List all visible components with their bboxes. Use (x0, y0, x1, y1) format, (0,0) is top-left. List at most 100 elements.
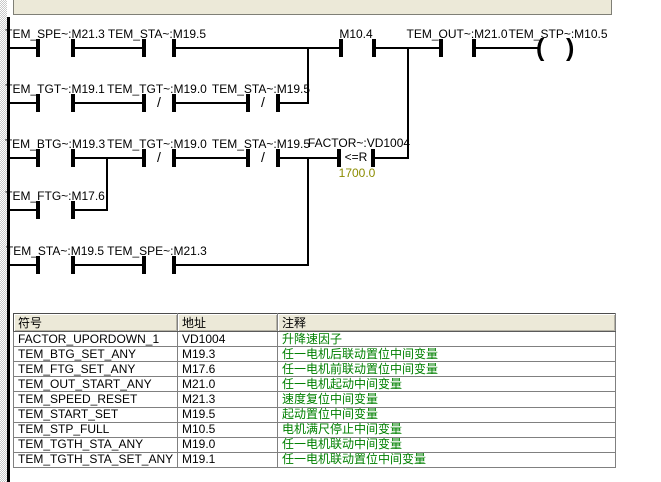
symbol-cell: TEM_OUT_START_ANY (14, 377, 178, 392)
wire-h (476, 47, 538, 49)
wire-h (75, 47, 142, 49)
branch-wire-v (106, 157, 108, 211)
contact-bar (276, 149, 280, 167)
comment-cell: 任一电机起动中间变量 (278, 377, 616, 392)
nc-slash: / (157, 149, 161, 166)
address-cell: M21.3 (178, 392, 278, 407)
contact-bar (36, 201, 40, 219)
wire-h (75, 209, 108, 211)
address-cell: VD1004 (178, 332, 278, 347)
wire-h (176, 102, 246, 104)
contact-bar (142, 94, 146, 112)
symbol-cell: TEM_STP_FULL (14, 422, 178, 437)
contact-bar (142, 39, 146, 57)
contact-tem-sta-no[interactable] (142, 39, 176, 57)
contact-bar (172, 256, 176, 274)
nc-slash: / (261, 149, 265, 166)
contact-bar (71, 149, 75, 167)
contact-bar (71, 201, 75, 219)
comment-cell: 任一电机联动置位中间变量 (278, 452, 616, 467)
table-row: TEM_OUT_START_ANY M21.0 任一电机起动中间变量 (14, 377, 616, 392)
table-row: TEM_BTG_SET_ANY M19.3 任一电机后联动置位中间变量 (14, 347, 616, 362)
header-address[interactable]: 地址 (178, 314, 278, 332)
table-row: TEM_TGTH_STA_ANY M19.0 任一电机联动中间变量 (14, 437, 616, 452)
contact-bar (36, 256, 40, 274)
table-row: TEM_FTG_SET_ANY M17.6 任一电机前联动置位中间变量 (14, 362, 616, 377)
contact-bar (371, 149, 375, 167)
contact-tem-spe-no[interactable] (142, 256, 176, 274)
contact-tem-spe-no[interactable] (36, 39, 75, 57)
contact-bar (172, 94, 176, 112)
address-cell: M19.3 (178, 347, 278, 362)
editor-left-gutter (0, 0, 7, 482)
comment-cell: 电机满尺停止中间变量 (278, 422, 616, 437)
wire-h (75, 157, 142, 159)
wire-h (8, 209, 36, 211)
symbol-cell: TEM_TGTH_STA_ANY (14, 437, 178, 452)
symbol-info-table: 符号 地址 注释 FACTOR_UPORDOWN_1 VD1004 升降速因子 … (13, 313, 615, 468)
symbol-cell: TEM_SPEED_RESET (14, 392, 178, 407)
wire-h (8, 264, 36, 266)
contact-bar (71, 94, 75, 112)
nc-slash: / (157, 94, 161, 111)
address-cell: M21.0 (178, 377, 278, 392)
contact-bar (439, 39, 443, 57)
contact-tem-tgt-set-no[interactable] (36, 94, 75, 112)
address-cell: M17.6 (178, 362, 278, 377)
wire-h (75, 102, 142, 104)
address-cell: M19.1 (178, 452, 278, 467)
symbol-cell: FACTOR_UPORDOWN_1 (14, 332, 178, 347)
wire-h (75, 264, 142, 266)
contact-bar (276, 94, 280, 112)
plc-ladder-editor: TEM_SPE~:M21.3 TEM_STA~:M19.5 M10.4 TEM_… (0, 0, 661, 482)
table-row: TEM_TGTH_STA_SET_ANY M19.1 任一电机联动置位中间变量 (14, 452, 616, 467)
comment-cell: 速度复位中间变量 (278, 392, 616, 407)
table-row: TEM_STP_FULL M10.5 电机满尺停止中间变量 (14, 422, 616, 437)
contact-tem-out-no[interactable] (439, 39, 476, 57)
contact-bar (36, 39, 40, 57)
contact-bar (71, 39, 75, 57)
comment-cell: 起动置位中间变量 (278, 407, 616, 422)
comment-cell: 任一电机联动中间变量 (278, 437, 616, 452)
table-row: FACTOR_UPORDOWN_1 VD1004 升降速因子 (14, 332, 616, 347)
contact-bar (142, 149, 146, 167)
wire-h (8, 102, 36, 104)
contact-tem-ftg-no[interactable] (36, 201, 75, 219)
wire-h (8, 157, 36, 159)
contact-tem-tgt-nc[interactable]: / (142, 149, 176, 167)
contact-bar (71, 256, 75, 274)
contact-bar (337, 149, 341, 167)
header-comment[interactable]: 注释 (278, 314, 616, 332)
contact-bar (372, 39, 376, 57)
contact-m10-4-no[interactable] (339, 39, 376, 57)
address-cell: M10.5 (178, 422, 278, 437)
compare-operand-value: 1700.0 (339, 167, 376, 180)
symbol-cell: TEM_START_SET (14, 407, 178, 422)
symbol-cell: TEM_BTG_SET_ANY (14, 347, 178, 362)
contact-tem-sta-nc[interactable]: / (246, 94, 280, 112)
contact-bar (472, 39, 476, 57)
wire-h (176, 47, 339, 49)
wire-h (176, 157, 246, 159)
contact-tem-tgt-nc[interactable]: / (142, 94, 176, 112)
contact-bar (36, 94, 40, 112)
wire-h (8, 47, 36, 49)
contact-tem-btg-no[interactable] (36, 149, 75, 167)
address-cell: M19.5 (178, 407, 278, 422)
table-row: TEM_SPEED_RESET M21.3 速度复位中间变量 (14, 392, 616, 407)
contact-bar (246, 149, 250, 167)
contact-tem-sta-no[interactable] (36, 256, 75, 274)
header-symbol[interactable]: 符号 (14, 314, 178, 332)
contact-bar (172, 39, 176, 57)
contact-tem-sta-nc[interactable]: / (246, 149, 280, 167)
coil-paren-right: ) (566, 35, 574, 61)
wire-h (176, 264, 309, 266)
coil-paren-left: ( (536, 35, 544, 61)
contact-bar (246, 94, 250, 112)
network-comment-box[interactable] (13, 0, 612, 15)
contact-bar (172, 149, 176, 167)
contact-bar (339, 39, 343, 57)
nc-slash: / (261, 94, 265, 111)
contact-bar (142, 256, 146, 274)
wire-h (375, 157, 409, 159)
